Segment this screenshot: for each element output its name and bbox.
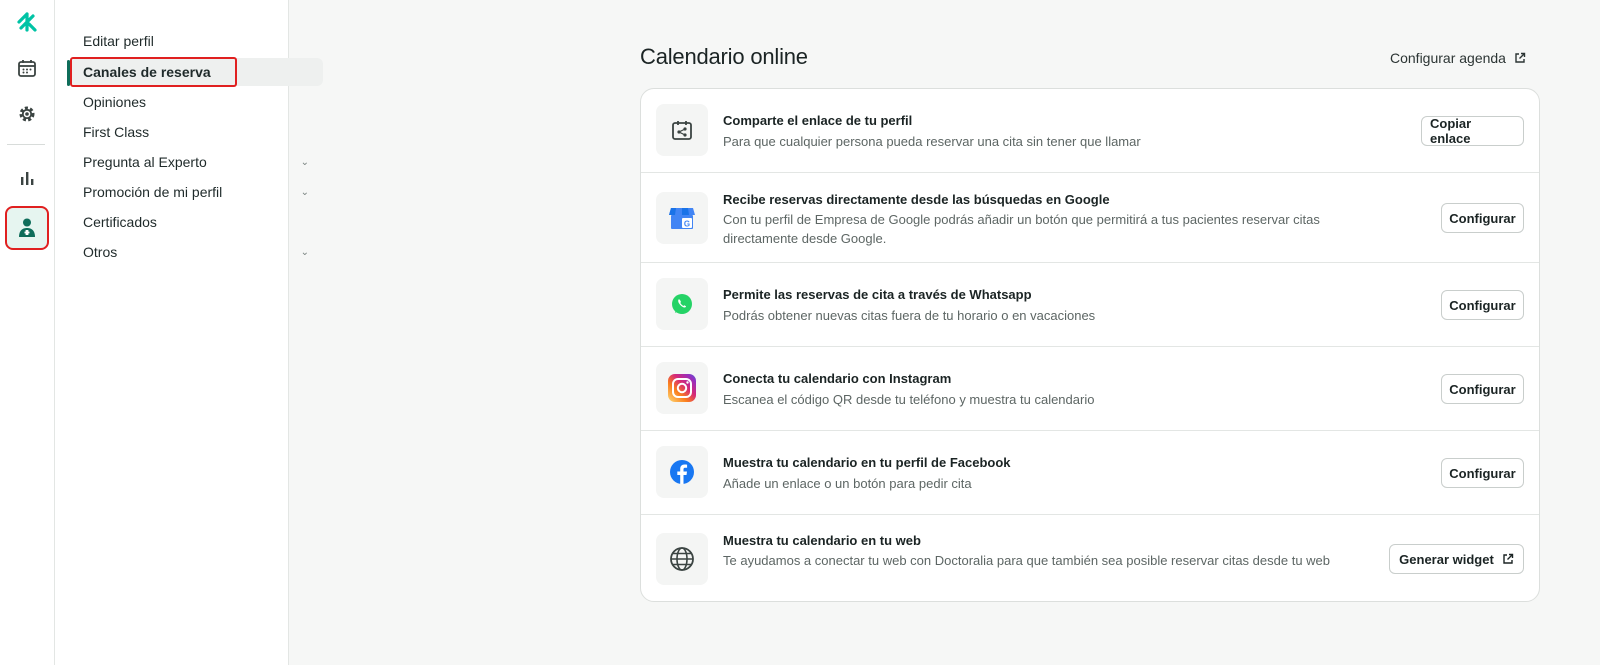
subnav-item-label: Promoción de mi perfil (83, 184, 223, 200)
row-description: Escanea el código QR desde tu teléfono y… (723, 392, 1095, 407)
globe-icon (656, 533, 708, 585)
row-title: Muestra tu calendario en tu perfil de Fa… (723, 455, 1011, 470)
configurar-instagram-button[interactable]: Configurar (1441, 374, 1524, 404)
channel-row-google: G Recibe reservas directamente desde las… (641, 173, 1539, 263)
gear-icon[interactable] (7, 94, 47, 134)
button-label: Configurar (1449, 297, 1516, 313)
subnav-item-label: Opiniones (83, 94, 147, 110)
row-description: Para que cualquier persona pueda reserva… (723, 134, 1141, 149)
row-title: Muestra tu calendario en tu web (723, 533, 921, 548)
external-link-icon (1503, 553, 1514, 564)
chevron-down-icon: ⌄ (300, 246, 309, 258)
button-label: Configurar (1449, 465, 1516, 481)
svg-text:G: G (684, 220, 690, 229)
doctor-profile-icon[interactable] (5, 206, 49, 250)
calendar-icon[interactable] (7, 48, 47, 88)
configurar-agenda-link[interactable]: Configurar agenda (1390, 50, 1526, 66)
left-rail (0, 0, 55, 665)
instagram-icon (656, 362, 708, 414)
configurar-whatsapp-button[interactable]: Configurar (1441, 290, 1524, 320)
button-label: Generar widget (1399, 551, 1494, 567)
subnav-item-first-class[interactable]: First Class (71, 118, 323, 146)
channel-row-share-link: Comparte el enlace de tu perfil Para que… (641, 89, 1539, 173)
subnav-item-label: Editar perfil (83, 33, 154, 49)
doctoralia-logo-icon[interactable] (7, 2, 47, 42)
whatsapp-icon (656, 278, 708, 330)
row-description: Con tu perfil de Empresa de Google podrá… (723, 212, 1320, 246)
facebook-icon (656, 446, 708, 498)
subnav-item-opiniones[interactable]: Opiniones (71, 88, 323, 116)
chevron-down-icon: ⌄ (300, 156, 309, 168)
subnav-item-editar-perfil[interactable]: Editar perfil (71, 27, 323, 55)
subnav-item-label: First Class (83, 124, 150, 140)
row-title: Conecta tu calendario con Instagram (723, 371, 952, 386)
subnav-item-label: Otros (83, 244, 118, 260)
subnav-item-pregunta-al-experto[interactable]: Pregunta al Experto ⌄ (71, 148, 323, 176)
page-title: Calendario online (640, 44, 808, 69)
row-description: Añade un enlace o un botón para pedir ci… (723, 476, 972, 491)
subnav-item-label: Certificados (83, 214, 157, 230)
bar-chart-icon[interactable] (7, 158, 47, 198)
external-link-icon (1515, 52, 1526, 63)
row-title: Recibe reservas directamente desde las b… (723, 192, 1110, 207)
row-description: Te ayudamos a conectar tu web con Doctor… (723, 553, 1331, 568)
channel-row-whatsapp: Permite las reservas de cita a través de… (641, 263, 1539, 347)
button-label: Copiar enlace (1430, 116, 1472, 146)
button-label: Configurar (1449, 381, 1516, 397)
configurar-facebook-button[interactable]: Configurar (1441, 458, 1524, 488)
channel-row-facebook: Muestra tu calendario en tu perfil de Fa… (641, 431, 1539, 515)
configurar-google-button[interactable]: Configurar (1441, 203, 1524, 233)
subnav-item-promocion[interactable]: Promoción de mi perfil ⌄ (71, 178, 323, 206)
booking-channels-card: Comparte el enlace de tu perfil Para que… (640, 88, 1540, 602)
button-label: Configurar (1449, 210, 1516, 226)
highlight-box (70, 57, 237, 87)
settings-subnav: Editar perfil Canales de reserva Opinion… (55, 0, 323, 665)
channel-row-instagram: Conecta tu calendario con Instagram Esca… (641, 347, 1539, 431)
copiar-enlace-button[interactable]: Copiar enlace (1421, 116, 1524, 146)
rail-divider (7, 144, 45, 145)
generar-widget-button[interactable]: Generar widget (1389, 544, 1524, 574)
google-business-icon: G (656, 192, 708, 244)
row-title: Permite las reservas de cita a través de… (723, 287, 1032, 302)
app: Editar perfil Canales de reserva Opinion… (0, 0, 1600, 665)
channel-row-web: Muestra tu calendario en tu web Te ayuda… (641, 515, 1539, 601)
configurar-agenda-label: Configurar agenda (1390, 50, 1506, 66)
row-description: Podrás obtener nuevas citas fuera de tu … (723, 308, 1096, 323)
subnav-item-certificados[interactable]: Certificados (71, 208, 323, 236)
row-title: Comparte el enlace de tu perfil (723, 113, 913, 128)
share-calendar-icon (656, 104, 708, 156)
chevron-down-icon: ⌄ (300, 186, 309, 198)
subnav-item-label: Pregunta al Experto (83, 154, 207, 170)
subnav-item-otros[interactable]: Otros ⌄ (71, 238, 323, 266)
